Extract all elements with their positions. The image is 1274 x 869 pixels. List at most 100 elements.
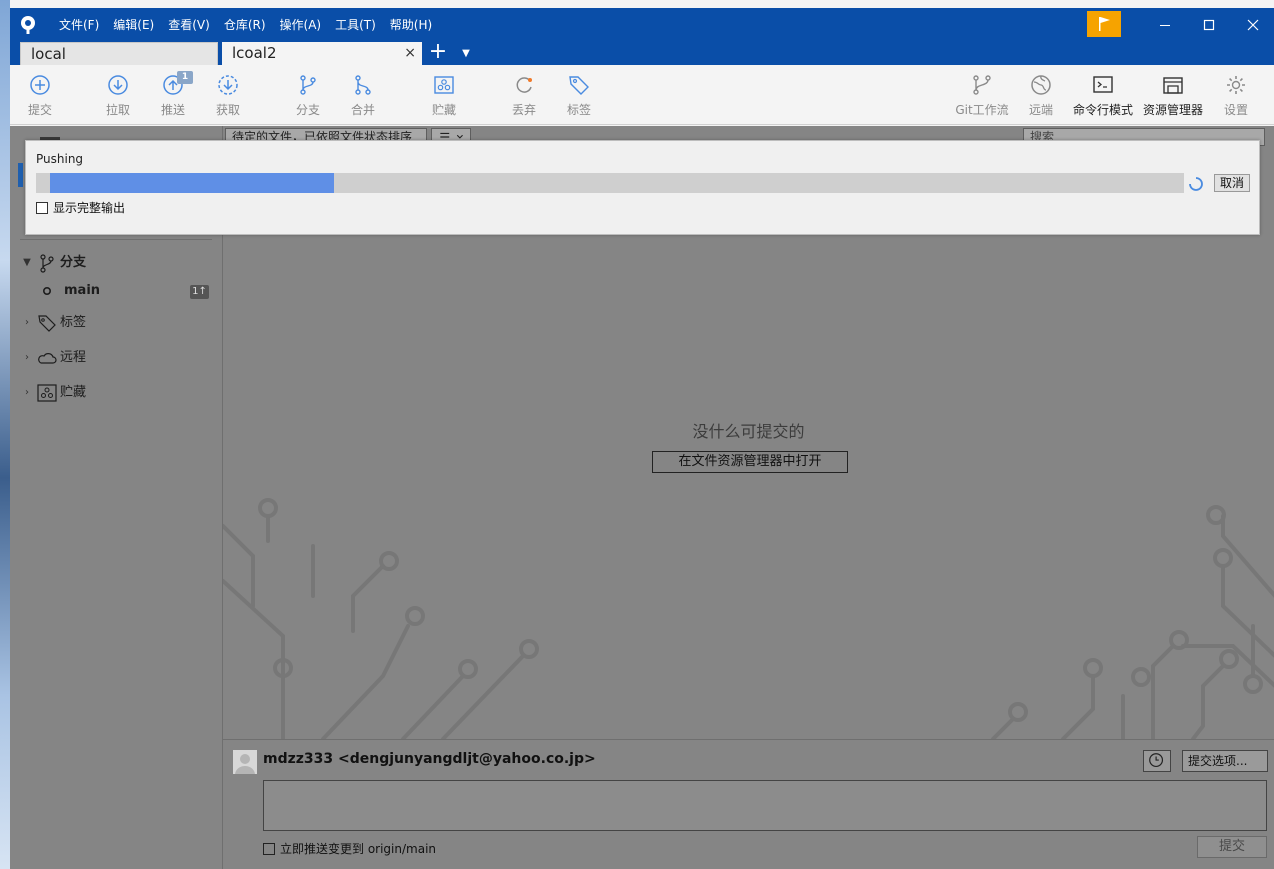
commit-options-label: 提交选项... (1188, 754, 1248, 768)
menu-edit[interactable]: 编辑(E) (106, 8, 161, 42)
chevron-right-icon: › (25, 317, 29, 328)
merge-tool-button[interactable]: 合并 (337, 65, 389, 125)
arrow-down-circle-icon (108, 75, 128, 95)
sidebar-item-label: 贮藏 (60, 385, 87, 400)
pull-tool-button[interactable]: 拉取 (92, 65, 144, 125)
branch-icon (300, 75, 316, 95)
sidebar-item-label: 远程 (60, 350, 87, 365)
tool-label: 拉取 (105, 103, 130, 117)
terminal-icon (1093, 76, 1113, 93)
tab-lcoal2[interactable]: lcoal2 × (222, 42, 422, 65)
menu-actions[interactable]: 操作(A) (273, 8, 329, 42)
discard-tool-button[interactable]: 丢弃 (498, 65, 550, 125)
tool-label: 资源管理器 (1142, 103, 1203, 117)
new-tab-button[interactable]: + (428, 41, 448, 63)
checkbox-box (36, 201, 48, 214)
checkbox-label: 显示完整输出 (53, 201, 126, 215)
notification-flag-button[interactable] (1087, 11, 1121, 37)
chevron-right-icon: › (25, 352, 29, 363)
menu-repository[interactable]: 仓库(R) (217, 8, 273, 42)
tab-local[interactable]: local (20, 42, 218, 65)
sidebar-stashes-header[interactable]: › 贮藏 (20, 381, 86, 405)
cancel-button[interactable]: 取消 (1214, 174, 1250, 192)
user-icon (235, 754, 255, 774)
maximize-button[interactable] (1186, 8, 1232, 42)
branch-icon (40, 254, 54, 273)
commit-options-dropdown[interactable]: 提交选项... (1182, 750, 1268, 772)
sidebar-remotes-header[interactable]: › 远程 (20, 346, 86, 370)
tool-label: 分支 (295, 103, 320, 117)
push-progress-dialog: Pushing 取消 显示完整输出 (25, 140, 1260, 235)
tool-label: 丢弃 (511, 103, 536, 117)
tab-close-icon[interactable]: × (404, 42, 416, 65)
branch-tool-button[interactable]: 分支 (282, 65, 334, 125)
tab-label: local (31, 45, 66, 63)
clock-icon (1149, 753, 1164, 768)
settings-tool-button[interactable]: 设置 (1210, 65, 1262, 125)
explorer-tool-button[interactable]: 资源管理器 (1140, 65, 1206, 125)
flag-icon (1099, 17, 1110, 31)
minimize-button[interactable] (1142, 8, 1188, 42)
tag-icon (38, 315, 56, 332)
stash-icon (434, 76, 454, 94)
maximize-icon (1203, 19, 1215, 31)
branch-name: main (64, 283, 101, 298)
explorer-icon (1163, 77, 1183, 94)
close-window-button[interactable] (1230, 8, 1274, 42)
chevron-down-icon: ▼ (23, 257, 31, 268)
stash-tool-button[interactable]: 贮藏 (418, 65, 470, 125)
desktop-background-strip (0, 0, 10, 869)
remote-tool-button[interactable]: 远端 (1015, 65, 1067, 125)
discard-icon (516, 77, 532, 93)
commit-tool-button[interactable]: 提交 (14, 65, 66, 125)
terminal-tool-button[interactable]: 命令行模式 (1070, 65, 1136, 125)
tool-label: 获取 (215, 103, 240, 117)
progress-fill (50, 173, 334, 193)
tool-label: 提交 (27, 103, 52, 117)
gear-icon (1227, 76, 1245, 94)
sidebar-branches-header[interactable]: ▼ 分支 (20, 251, 86, 275)
tag-tool-button[interactable]: 标签 (553, 65, 605, 125)
arrow-down-dashed-circle-icon (218, 75, 238, 95)
plus-circle-icon (30, 75, 50, 95)
git-flow-tool-button[interactable]: Git工作流 (950, 65, 1014, 125)
tab-label: lcoal2 (232, 44, 277, 62)
close-icon (1247, 19, 1259, 31)
menu-tools[interactable]: 工具(T) (328, 8, 383, 42)
globe-icon (1031, 75, 1051, 95)
checkbox-box (263, 842, 275, 855)
show-full-output-checkbox[interactable]: 显示完整输出 (36, 199, 125, 216)
tool-label: Git工作流 (955, 103, 1009, 117)
current-branch-dot-icon (42, 286, 52, 296)
sidebar-tags-header[interactable]: › 标签 (20, 311, 86, 335)
fetch-tool-button[interactable]: 获取 (202, 65, 254, 125)
tool-label: 设置 (1223, 103, 1248, 117)
push-immediately-checkbox[interactable]: 立即推送变更到 origin/main (263, 840, 436, 857)
menu-file[interactable]: 文件(F) (52, 8, 106, 42)
tool-label: 远端 (1028, 103, 1053, 117)
git-flow-icon (973, 75, 991, 95)
commit-button[interactable]: 提交 (1197, 836, 1267, 858)
app-window: 文件(F) 编辑(E) 查看(V) 仓库(R) 操作(A) 工具(T) 帮助(H… (10, 0, 1274, 869)
menu-help[interactable]: 帮助(H) (383, 8, 439, 42)
tool-label: 命令行模式 (1072, 103, 1133, 117)
stash-icon (37, 384, 57, 402)
commit-author: mdzz333 <dengjunyangdljt@yahoo.co.jp> (263, 751, 596, 767)
tab-list-dropdown-icon[interactable]: ▼ (456, 44, 476, 64)
open-in-explorer-button[interactable]: 在文件资源管理器中打开 (652, 451, 848, 473)
push-tool-button[interactable]: 1 推送 (147, 65, 199, 125)
sidebar: ▼ 分支 main 1↑ › 标签 › 远程 › 贮藏 (10, 126, 222, 869)
progress-bar (36, 173, 1184, 193)
minimize-icon (1160, 25, 1170, 26)
circuit-background-decoration (223, 498, 1274, 739)
menu-view[interactable]: 查看(V) (161, 8, 217, 42)
sidebar-item-label: 标签 (60, 315, 87, 330)
commit-history-button[interactable] (1143, 750, 1171, 772)
selection-indicator (18, 163, 23, 187)
commit-message-input[interactable] (263, 780, 1267, 831)
title-bar: 文件(F) 编辑(E) 查看(V) 仓库(R) 操作(A) 工具(T) 帮助(H… (10, 8, 1274, 42)
empty-state-message: 没什么可提交的 (692, 422, 805, 441)
chevron-right-icon: › (25, 387, 29, 398)
sidebar-item-main-branch[interactable]: main (42, 279, 100, 303)
tool-label: 合并 (350, 103, 375, 117)
